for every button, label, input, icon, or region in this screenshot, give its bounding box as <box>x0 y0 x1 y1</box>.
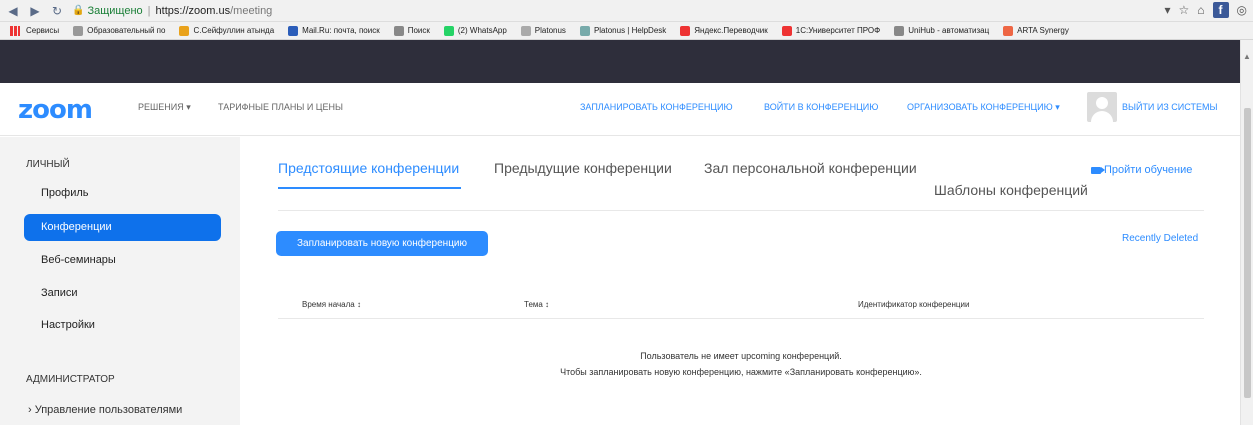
training-link-label: Пройти обучение <box>1104 164 1193 176</box>
bookmark-label: UniHub - автоматизац <box>908 26 990 35</box>
bookmark-item[interactable]: Поиск <box>393 25 430 36</box>
apps-grid-icon[interactable] <box>10 25 20 36</box>
facebook-icon[interactable]: f <box>1212 2 1229 18</box>
tab-meeting-templates[interactable]: Шаблоны конференций <box>934 182 1088 198</box>
sidebar-item-profile[interactable]: Профиль <box>24 180 221 207</box>
bookmark-favicon-icon <box>680 25 691 36</box>
bookmarks-bar: Сервисы Образовательный по С.Сейфуллин аты… <box>0 22 1253 40</box>
sidebar: ЛИЧНЫЙ Профиль Конференции Веб-семинары … <box>0 137 240 425</box>
tab-personal-meeting-room[interactable]: Зал персональной конференции <box>704 160 917 176</box>
browser-address-bar: ◀ ▶ ↻ 🔒 Защищено | https://zoom.us/meeti… <box>0 0 1253 22</box>
zoom-logo[interactable]: zoom <box>18 95 93 125</box>
lock-icon: 🔒 <box>72 5 85 16</box>
bookmark-favicon-icon <box>443 25 454 36</box>
forward-arrow-icon[interactable]: ▶ <box>26 2 44 20</box>
sidebar-item-webinars[interactable]: Веб-семинары <box>24 247 221 274</box>
bookmark-item[interactable]: (2) WhatsApp <box>443 25 507 36</box>
sidebar-item-settings[interactable]: Настройки <box>24 312 221 339</box>
bookmark-item[interactable]: Mail.Ru: почта, поиск <box>288 25 380 36</box>
bookmark-favicon-icon <box>73 25 84 36</box>
bookmark-favicon-icon <box>393 25 404 36</box>
bookmark-label: С.Сейфуллин атында <box>193 26 275 35</box>
bookmark-favicon-icon <box>1003 25 1014 36</box>
bookmark-favicon-icon <box>520 25 531 36</box>
video-camera-icon <box>1091 166 1105 174</box>
bookmark-item[interactable]: Platonus | HelpDesk <box>579 25 667 36</box>
bookmark-label: Platonus <box>534 26 566 35</box>
bookmark-label: Образовательный по <box>87 26 166 35</box>
browser-actions: ▾ ☆ ⌂ f ◎ <box>1164 2 1247 18</box>
bookmark-item[interactable]: Яндекс.Переводчик <box>680 25 768 36</box>
nav-solutions[interactable]: РЕШЕНИЯ ▾ <box>138 102 191 113</box>
bookmark-item[interactable]: UniHub - автоматизац <box>894 25 990 36</box>
avatar[interactable] <box>1087 92 1117 122</box>
extension-icon[interactable]: ◎ <box>1237 3 1247 17</box>
reload-icon[interactable]: ↻ <box>48 2 66 20</box>
bookmark-favicon-icon <box>894 25 905 36</box>
star-icon[interactable]: ☆ <box>1179 3 1190 17</box>
zoom-header: zoom РЕШЕНИЯ ▾ ТАРИФНЫЕ ПЛАНЫ И ЦЕНЫ ЗАП… <box>0 83 1240 136</box>
sidebar-item-meetings[interactable]: Конференции <box>24 214 221 241</box>
bookmark-item[interactable]: С.Сейфуллин атында <box>179 25 275 36</box>
sidebar-section-personal: ЛИЧНЫЙ <box>26 159 70 170</box>
column-meeting-id: Идентификатор конференции <box>858 300 970 309</box>
bookmark-label: Mail.Ru: почта, поиск <box>302 26 380 35</box>
page-scrollbar[interactable]: ▲ <box>1240 40 1253 425</box>
empty-state-hint: Чтобы запланировать новую конференцию, н… <box>560 367 922 377</box>
recently-deleted-link[interactable]: Recently Deleted <box>1122 233 1198 244</box>
secure-indicator[interactable]: 🔒 Защищено <box>72 5 143 17</box>
bookmark-item[interactable]: ARTA Synergy <box>1003 25 1069 36</box>
scroll-up-icon[interactable]: ▲ <box>1243 52 1251 61</box>
dropdown-icon[interactable]: ▾ <box>1164 3 1170 17</box>
sidebar-item-recordings[interactable]: Записи <box>24 280 221 307</box>
column-start-time[interactable]: Время начала ↕ <box>302 300 361 309</box>
sidebar-section-admin: АДМИНИСТРАТОР <box>26 374 115 385</box>
scrollbar-thumb[interactable] <box>1244 108 1251 398</box>
bookmark-item[interactable]: 1С:Университет ПРОФ <box>781 25 881 36</box>
table-header-divider <box>278 318 1204 319</box>
bookmark-favicon-icon <box>179 25 190 36</box>
url-path: /meeting <box>230 4 273 17</box>
column-topic[interactable]: Тема ↕ <box>524 300 549 309</box>
bookmark-favicon-icon <box>288 25 299 36</box>
nav-schedule-meeting[interactable]: ЗАПЛАНИРОВАТЬ КОНФЕРЕНЦИЮ <box>580 102 733 112</box>
back-arrow-icon[interactable]: ◀ <box>4 2 22 20</box>
bookmark-item[interactable]: Образовательный по <box>73 25 166 36</box>
nav-sign-out[interactable]: ВЫЙТИ ИЗ СИСТЕМЫ <box>1122 102 1217 112</box>
bookmark-label: Сервисы <box>26 26 60 35</box>
url-field[interactable]: https://zoom.us/meeting <box>156 5 273 17</box>
sidebar-item-user-management[interactable]: › Управление пользователями <box>28 404 182 416</box>
bookmark-item[interactable]: Platonus <box>520 25 566 36</box>
bookmark-favicon-icon <box>579 25 590 36</box>
nav-plans-pricing[interactable]: ТАРИФНЫЕ ПЛАНЫ И ЦЕНЫ <box>218 102 343 112</box>
nav-join-meeting[interactable]: ВОЙТИ В КОНФЕРЕНЦИЮ <box>764 102 878 112</box>
schedule-new-meeting-button[interactable]: Запланировать новую конференцию <box>276 231 488 256</box>
home-icon[interactable]: ⌂ <box>1197 3 1204 17</box>
bookmark-favicon-icon <box>781 25 792 36</box>
bookmark-label: Platonus | HelpDesk <box>593 26 667 35</box>
training-link[interactable]: Пройти обучение <box>1091 164 1192 176</box>
bookmark-label: 1С:Университет ПРОФ <box>795 26 881 35</box>
bookmark-item[interactable]: Сервисы <box>26 26 59 36</box>
bookmark-label: Поиск <box>407 26 430 35</box>
bookmark-label: ARTA Synergy <box>1017 26 1069 35</box>
bookmark-label: Яндекс.Переводчик <box>694 26 768 35</box>
bookmark-label: (2) WhatsApp <box>457 26 507 35</box>
tab-previous-meetings[interactable]: Предыдущие конференции <box>494 160 672 176</box>
dark-banner <box>0 40 1240 83</box>
tab-upcoming-meetings[interactable]: Предстоящие конференции <box>278 160 459 176</box>
empty-state-message: Пользователь не имеет upcoming конференц… <box>640 351 842 361</box>
tab-divider <box>278 210 1204 211</box>
url-host: https://zoom.us <box>155 4 231 17</box>
secure-label: Защищено <box>87 4 143 17</box>
active-tab-indicator <box>278 187 461 189</box>
nav-host-meeting[interactable]: ОРГАНИЗОВАТЬ КОНФЕРЕНЦИЮ ▾ <box>907 102 1060 113</box>
